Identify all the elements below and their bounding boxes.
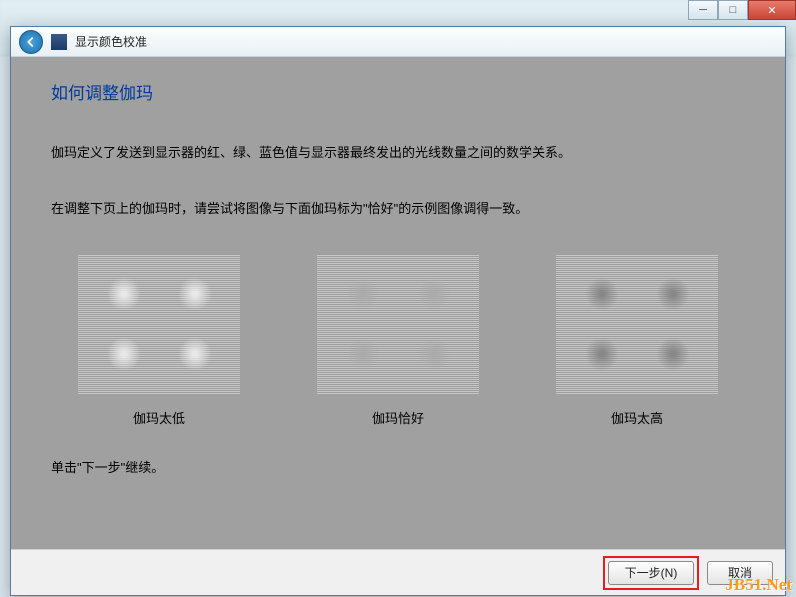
minimize-button[interactable]: ─ (688, 0, 718, 20)
dialog-icon (51, 34, 67, 50)
back-button[interactable] (19, 30, 43, 54)
button-bar: 下一步(N) 取消 (11, 549, 785, 595)
gamma-samples: 伽玛太低 伽玛恰好 伽玛太高 (78, 254, 718, 427)
sample-low: 伽玛太低 (78, 254, 240, 427)
next-button[interactable]: 下一步(N) (608, 561, 694, 585)
watermark: JB51.Net (725, 575, 792, 595)
description-1: 伽玛定义了发送到显示器的红、绿、蓝色值与显示器最终发出的光线数量之间的数学关系。 (51, 142, 745, 164)
gamma-sample-low-image (78, 254, 240, 394)
sample-good-label: 伽玛恰好 (372, 408, 424, 427)
gamma-sample-good-image (317, 254, 479, 394)
description-2: 在调整下页上的伽玛时，请尝试将图像与下面伽玛标为"恰好"的示例图像调得一致。 (51, 198, 745, 220)
dialog-header: 显示颜色校准 (11, 27, 785, 57)
continue-text: 单击"下一步"继续。 (51, 457, 745, 476)
sample-high: 伽玛太高 (556, 254, 718, 427)
page-title: 如何调整伽玛 (51, 79, 745, 104)
arrow-left-icon (24, 35, 38, 49)
sample-low-label: 伽玛太低 (133, 408, 185, 427)
sample-good: 伽玛恰好 (317, 254, 479, 427)
calibration-dialog: 显示颜色校准 如何调整伽玛 伽玛定义了发送到显示器的红、绿、蓝色值与显示器最终发… (10, 26, 786, 596)
next-button-highlight: 下一步(N) (603, 556, 699, 590)
dialog-title: 显示颜色校准 (75, 33, 147, 50)
gamma-sample-high-image (556, 254, 718, 394)
content-area: 如何调整伽玛 伽玛定义了发送到显示器的红、绿、蓝色值与显示器最终发出的光线数量之… (11, 57, 785, 549)
window-controls: ─ □ ✕ (688, 0, 796, 20)
close-button[interactable]: ✕ (748, 0, 796, 20)
maximize-button[interactable]: □ (718, 0, 748, 20)
sample-high-label: 伽玛太高 (611, 408, 663, 427)
